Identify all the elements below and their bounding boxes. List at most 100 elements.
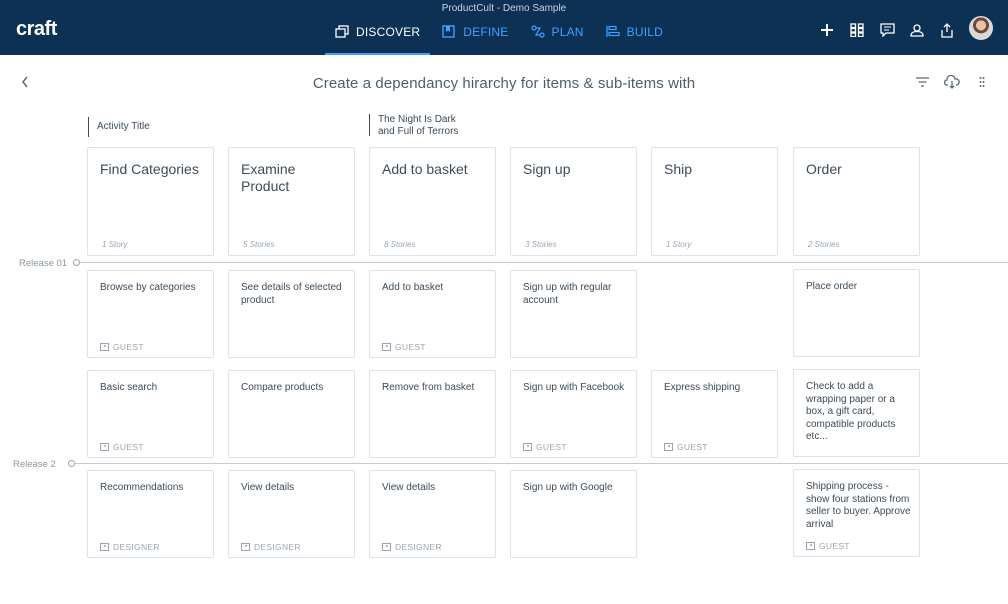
grid-icon[interactable] <box>849 22 865 38</box>
tab-build-label: BUILD <box>626 25 663 39</box>
user-avatar[interactable] <box>969 16 993 40</box>
persona-label: GUEST <box>819 541 850 551</box>
persona-label: GUEST <box>395 342 426 352</box>
story-card[interactable]: View details DESIGNER <box>369 470 496 558</box>
story-card[interactable]: Sign up with regular account <box>510 270 637 358</box>
persona-tag: GUEST <box>382 342 426 352</box>
epic-title: Ship <box>664 161 693 177</box>
story-card[interactable]: Compare products <box>228 370 355 458</box>
activity-title-line2: and Full of Terrors <box>378 126 459 137</box>
epic-card[interactable]: Order 2 Stories <box>793 147 920 256</box>
tab-define[interactable]: DEFINE <box>432 20 518 55</box>
story-text: Sign up with Facebook <box>523 382 625 393</box>
persona-label: DESIGNER <box>113 542 160 552</box>
persona-icon <box>806 542 815 550</box>
story-card[interactable]: See details of selected product <box>228 270 355 358</box>
tab-build[interactable]: BUILD <box>596 20 673 55</box>
persona-icon <box>100 443 109 451</box>
chat-icon[interactable] <box>879 22 895 38</box>
epic-card[interactable]: Add to basket 8 Stories <box>369 147 496 256</box>
story-card[interactable]: Basic search GUEST <box>87 370 214 458</box>
top-bar: ProductCult - Demo Sample craft DISCOVER… <box>0 0 1008 55</box>
story-card[interactable]: Place order <box>793 269 920 357</box>
story-card[interactable]: Recommendations DESIGNER <box>87 470 214 558</box>
epic-card[interactable]: Examine Product 5 Stories <box>228 147 355 256</box>
story-text: Compare products <box>241 382 324 393</box>
story-count: 1 Story <box>666 240 692 249</box>
story-card[interactable]: Sign up with Google <box>510 470 637 558</box>
story-card[interactable]: Shipping process - show four stations fr… <box>793 469 920 557</box>
story-card[interactable]: View details DESIGNER <box>228 470 355 558</box>
persona-label: GUEST <box>536 442 567 452</box>
filter-icon[interactable] <box>914 74 930 90</box>
release-label[interactable]: Release 2 <box>13 459 56 470</box>
copy-icon <box>335 25 349 38</box>
persona-label: DESIGNER <box>254 542 301 552</box>
craft-logo[interactable]: craft <box>16 18 57 41</box>
build-icon <box>606 25 620 38</box>
persona-icon <box>382 543 391 551</box>
story-card[interactable]: Remove from basket <box>369 370 496 458</box>
plan-icon <box>530 25 545 38</box>
persona-tag: GUEST <box>806 541 850 551</box>
tab-plan-label: PLAN <box>551 25 584 39</box>
top-actions <box>819 16 993 40</box>
story-card[interactable]: Add to basket GUEST <box>369 270 496 358</box>
persona-tag: GUEST <box>664 442 708 452</box>
release-handle[interactable] <box>73 259 80 266</box>
story-card[interactable]: Check to add a wrapping paper or a box, … <box>793 369 920 457</box>
story-text: View details <box>382 482 436 493</box>
epic-title: Add to basket <box>382 161 468 177</box>
epic-card[interactable]: Sign up 3 Stories <box>510 147 637 256</box>
main-nav: DISCOVER DEFINE PLAN BUILD <box>325 20 673 55</box>
story-text: See details of selected product <box>241 282 342 306</box>
persona-icon <box>523 443 532 451</box>
toolbar-actions <box>914 74 990 90</box>
persona-label: DESIGNER <box>395 542 442 552</box>
more-vertical-icon[interactable] <box>974 74 990 90</box>
epic-card[interactable]: Find Categories 1 Story <box>87 147 214 256</box>
persona-label: GUEST <box>113 442 144 452</box>
users-icon[interactable] <box>909 22 925 38</box>
app-title: ProductCult - Demo Sample <box>441 3 567 14</box>
story-count: 1 Story <box>102 240 128 249</box>
plus-icon[interactable] <box>819 22 835 38</box>
page-toolbar: Create a dependancy hirarchy for items &… <box>0 55 1008 111</box>
release-label[interactable]: Release 01 <box>19 258 67 269</box>
activity-header[interactable]: Activity Title <box>88 117 150 137</box>
share-icon[interactable] <box>939 22 955 38</box>
persona-tag: GUEST <box>100 442 144 452</box>
story-count: 5 Stories <box>243 240 275 249</box>
persona-icon <box>664 443 673 451</box>
epic-card[interactable]: Ship 1 Story <box>651 147 778 256</box>
story-text: Sign up with Google <box>523 482 613 493</box>
story-text: Recommendations <box>100 482 184 493</box>
epic-title: Examine Product <box>241 161 296 194</box>
book-icon <box>442 25 456 38</box>
persona-tag: DESIGNER <box>382 542 442 552</box>
activity-title-line1: The Night Is Dark <box>378 114 456 125</box>
story-text: Place order <box>806 281 858 292</box>
tab-define-label: DEFINE <box>463 25 509 39</box>
persona-label: GUEST <box>677 442 708 452</box>
story-text: Add to basket <box>382 282 444 293</box>
cloud-download-icon[interactable] <box>944 74 960 90</box>
persona-icon <box>382 343 391 351</box>
persona-tag: DESIGNER <box>100 542 160 552</box>
tab-plan[interactable]: PLAN <box>521 20 594 55</box>
tab-discover-label: DISCOVER <box>356 25 421 39</box>
story-text: Express shipping <box>664 382 741 393</box>
story-text: Shipping process - show four stations fr… <box>806 481 911 530</box>
persona-tag: GUEST <box>523 442 567 452</box>
persona-label: GUEST <box>113 342 144 352</box>
release-handle[interactable] <box>68 460 75 467</box>
story-card[interactable]: Browse by categories GUEST <box>87 270 214 358</box>
activity-header-night[interactable]: The Night Is Dark and Full of Terrors <box>369 114 459 137</box>
tab-discover[interactable]: DISCOVER <box>325 20 431 55</box>
story-card[interactable]: Sign up with Facebook GUEST <box>510 370 637 458</box>
persona-icon <box>100 543 109 551</box>
epic-title: Find Categories <box>100 161 199 177</box>
story-text: Remove from basket <box>382 382 475 393</box>
story-card[interactable]: Express shipping GUEST <box>651 370 778 458</box>
epic-title: Sign up <box>523 161 571 177</box>
